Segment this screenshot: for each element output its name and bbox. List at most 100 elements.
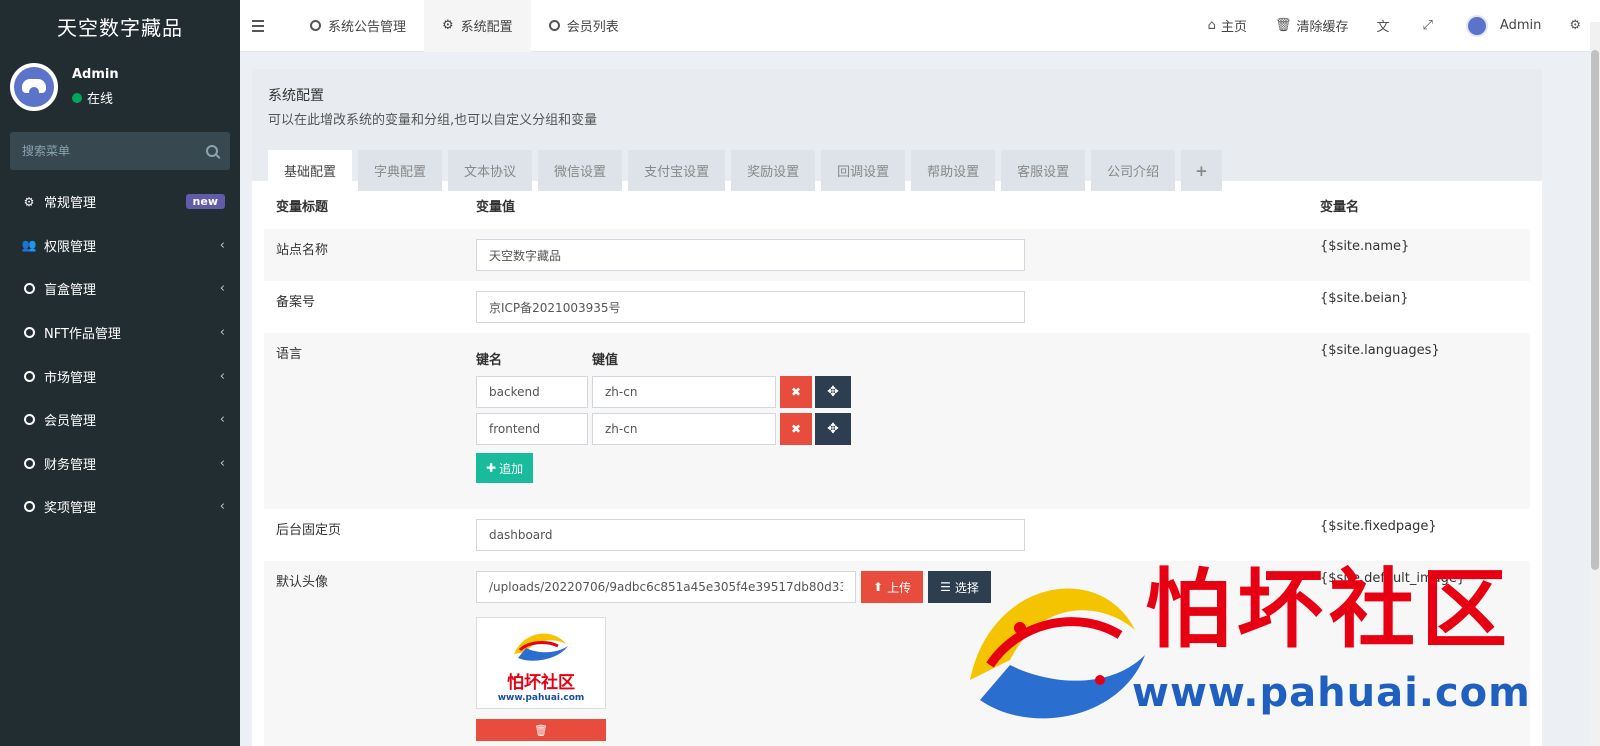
- menu-search: [10, 132, 230, 170]
- watermark-url: www.pahuai.com: [1132, 670, 1531, 716]
- value-header: 键值: [592, 353, 619, 368]
- watermark: 怕坏社区 www.pahuai.com: [950, 560, 1570, 740]
- row-var-name: {$site.beian}: [1320, 291, 1409, 306]
- sidebar-item-nft[interactable]: NFT作品管理 ‹: [0, 311, 240, 355]
- sidebar-item-label: 财务管理: [44, 457, 97, 473]
- watermark-title: 怕坏社区: [1145, 560, 1513, 660]
- close-icon: ✖: [790, 385, 802, 399]
- trash-icon: 🗑: [534, 723, 548, 737]
- move-icon: ✥: [827, 421, 839, 437]
- sidebar-item-general[interactable]: ⚙ 常规管理 new: [0, 180, 240, 224]
- language-key-input[interactable]: [476, 413, 588, 445]
- tab-company[interactable]: 公司介绍: [1091, 150, 1176, 191]
- sidebar-item-label: 会员管理: [44, 414, 97, 430]
- sidebar-item-finance[interactable]: 财务管理 ‹: [0, 442, 240, 486]
- menu-toggle-icon[interactable]: [252, 19, 292, 32]
- gears-icon: ⚙: [1569, 18, 1581, 33]
- sidebar-item-permissions[interactable]: 👥 权限管理 ‹: [0, 224, 240, 268]
- circle-icon: [22, 457, 36, 469]
- chevron-left-icon: ‹: [219, 368, 225, 384]
- chevron-left-icon: ‹: [219, 455, 225, 471]
- chevron-left-icon: ‹: [219, 412, 225, 428]
- search-input[interactable]: [22, 144, 172, 158]
- delete-image-button[interactable]: 🗑: [476, 719, 606, 741]
- fixedpage-input[interactable]: [476, 519, 1025, 551]
- tab-member-list[interactable]: 会员列表: [531, 0, 637, 52]
- upload-button[interactable]: ⬆ 上传: [861, 571, 924, 603]
- brand-title[interactable]: 天空数字藏品: [0, 0, 240, 52]
- logo-title: 怕坏社区: [507, 672, 575, 693]
- tab-basic[interactable]: 基础配置: [268, 150, 353, 191]
- circle-icon: [22, 370, 36, 382]
- translate-icon: 文: [1376, 20, 1390, 35]
- key-header: 键名: [476, 353, 503, 368]
- search-icon[interactable]: [206, 145, 218, 157]
- tab-dictionary[interactable]: 字典配置: [358, 150, 443, 191]
- user-panel: Admin 在线: [0, 52, 240, 122]
- user-status: 在线: [72, 88, 119, 107]
- sidebar-item-market[interactable]: 市场管理 ‹: [0, 354, 240, 398]
- language-key-input[interactable]: [476, 376, 588, 408]
- remove-row-button[interactable]: ✖: [780, 413, 812, 445]
- page-title: 系统配置: [268, 88, 324, 104]
- column-header-name: 变量名: [1320, 199, 1360, 215]
- users-icon: 👥: [21, 238, 37, 253]
- drag-handle[interactable]: ✥: [815, 413, 851, 445]
- home-link[interactable]: ⌂ 主页: [1194, 0, 1261, 52]
- tab-customer-service[interactable]: 客服设置: [1001, 150, 1086, 191]
- upload-icon: ⬆: [873, 580, 884, 594]
- sidebar-item-members[interactable]: 会员管理 ‹: [0, 398, 240, 442]
- row-var-name: {$site.languages}: [1308, 333, 1530, 509]
- sidebar-item-awards[interactable]: 奖项管理 ‹: [0, 485, 240, 529]
- kv-row: ✖ ✥: [476, 413, 1296, 445]
- sidebar-item-blindbox[interactable]: 盲盒管理 ‹: [0, 267, 240, 311]
- top-right-actions: ⌂ 主页 🗑 清除缓存 文 ⤢ Admin ⚙: [1194, 0, 1600, 52]
- language-value-input[interactable]: [592, 376, 776, 408]
- circle-icon: [310, 20, 321, 31]
- row-label: 备案号: [276, 295, 316, 310]
- online-dot-icon: [72, 92, 82, 103]
- fullscreen-toggle[interactable]: ⤢: [1409, 0, 1452, 52]
- fullscreen-icon: ⤢: [1422, 18, 1433, 33]
- language-toggle[interactable]: 文: [1362, 0, 1408, 52]
- tab-rewards[interactable]: 奖励设置: [731, 150, 816, 191]
- close-icon: ✖: [790, 422, 802, 436]
- upload-label: 上传: [887, 580, 912, 595]
- beian-input[interactable]: [476, 291, 1025, 323]
- row-var-name: {$site.name}: [1308, 229, 1530, 281]
- move-icon: ✥: [827, 384, 839, 400]
- add-tab-button[interactable]: +: [1181, 150, 1222, 191]
- table-row: 备案号 {$site.beian}: [264, 281, 1530, 333]
- drag-handle[interactable]: ✥: [815, 376, 851, 408]
- image-preview[interactable]: 怕坏社区 www.pahuai.com: [476, 617, 606, 709]
- default-image-input[interactable]: [476, 571, 856, 603]
- sidebar-item-label: 市场管理: [44, 370, 97, 386]
- site-name-input[interactable]: [476, 239, 1025, 271]
- table-row: 后台固定页 {$site.fixedpage}: [264, 509, 1530, 561]
- fish-logo-icon: [514, 633, 568, 661]
- tab-wechat[interactable]: 微信设置: [538, 150, 623, 191]
- tab-system-config[interactable]: ⚙ 系统配置: [424, 0, 531, 52]
- admin-menu[interactable]: Admin: [1452, 0, 1555, 52]
- home-label: 主页: [1220, 20, 1247, 35]
- tab-callback[interactable]: 回调设置: [821, 150, 906, 191]
- sidebar-item-label: 奖项管理: [44, 501, 97, 517]
- chevron-left-icon: ‹: [219, 325, 225, 341]
- home-icon: ⌂: [1207, 18, 1216, 33]
- language-value-input[interactable]: [592, 413, 776, 445]
- tab-announcements[interactable]: 系统公告管理: [292, 0, 424, 52]
- scrollbar-thumb[interactable]: [1591, 50, 1599, 570]
- remove-row-button[interactable]: ✖: [780, 376, 812, 408]
- page-scrollbar[interactable]: [1590, 22, 1600, 746]
- append-button[interactable]: ✚ 追加: [476, 453, 534, 483]
- sidebar-item-label: NFT作品管理: [44, 327, 121, 343]
- plus-icon: ✚: [486, 461, 497, 475]
- tab-text-agreement[interactable]: 文本协议: [448, 150, 533, 191]
- table-row: 语言 键名 键值 ✖ ✥: [264, 333, 1530, 509]
- panel-header: 系统配置 可以在此增改系统的变量和分组,也可以自定义分组和变量 基础配置 字典配…: [252, 69, 1542, 191]
- clear-cache-button[interactable]: 🗑 清除缓存: [1261, 0, 1363, 52]
- tab-alipay[interactable]: 支付宝设置: [628, 150, 726, 191]
- user-status-label: 在线: [87, 92, 114, 107]
- tab-help[interactable]: 帮助设置: [911, 150, 996, 191]
- trash-icon: 🗑: [1274, 18, 1292, 33]
